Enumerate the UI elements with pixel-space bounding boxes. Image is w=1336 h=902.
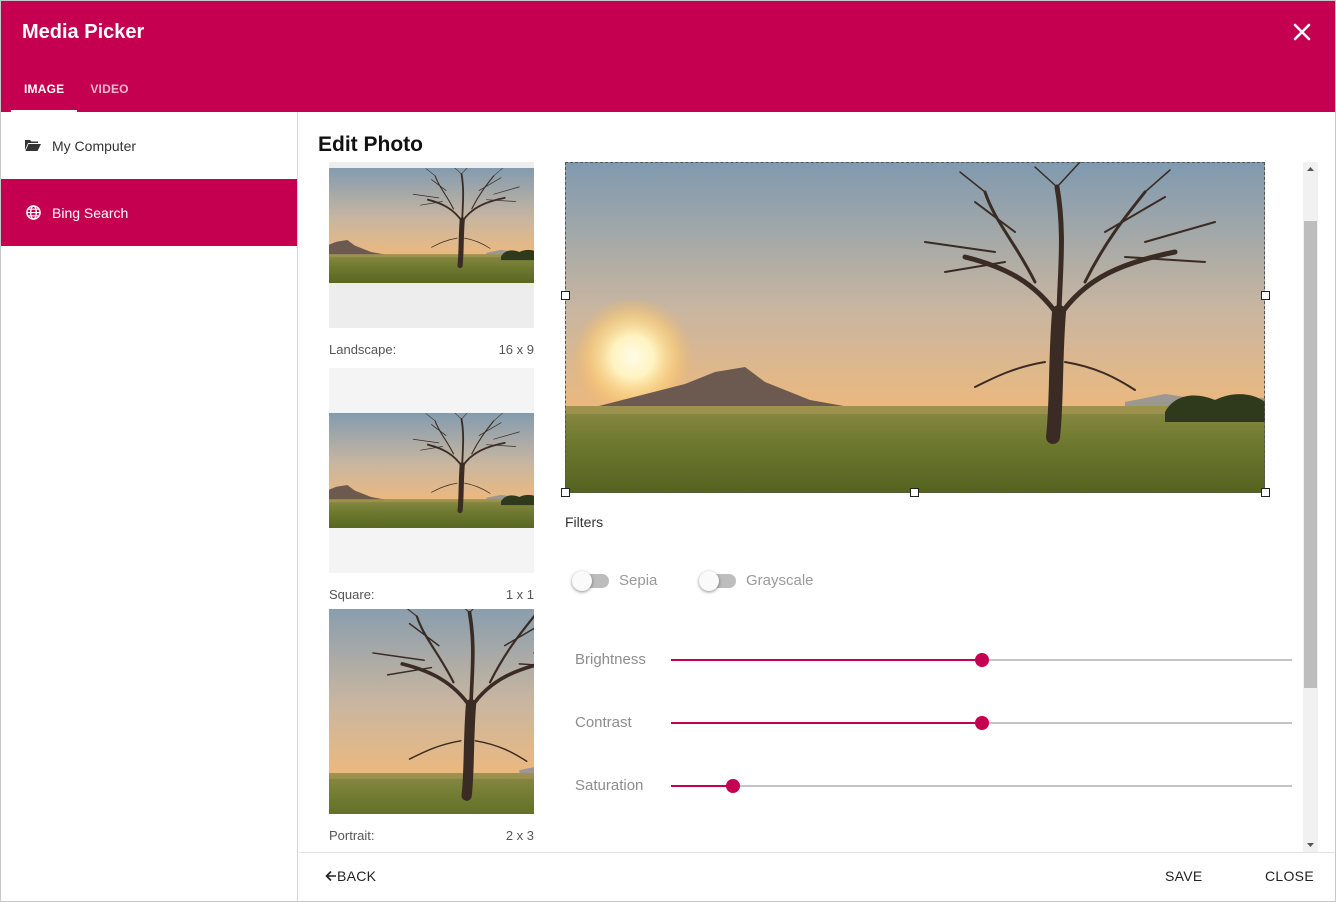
arrow-left-icon (325, 870, 336, 882)
close-button[interactable]: CLOSE (1265, 868, 1314, 884)
page-title: Edit Photo (318, 133, 423, 156)
thumbnail-landscape[interactable] (329, 162, 534, 328)
slider-label: Brightness (575, 651, 646, 668)
slider-fill (671, 659, 982, 661)
media-type-tabs: IMAGE VIDEO (11, 71, 142, 112)
contrast-slider: Contrast (575, 711, 1293, 735)
crop-editor[interactable] (561, 162, 1270, 497)
scrollbar-thumb[interactable] (1304, 221, 1317, 688)
thumbnail-name: Landscape: (329, 342, 397, 357)
crop-handle-right[interactable] (1261, 291, 1270, 300)
toggle-label: Grayscale (746, 572, 814, 589)
slider-thumb[interactable] (726, 779, 741, 793)
scroll-down-arrow-icon[interactable] (1303, 838, 1318, 852)
crop-handle-bottom[interactable] (910, 488, 919, 497)
landscape-photo (329, 168, 534, 283)
dialog-footer: BACK SAVE CLOSE (299, 852, 1335, 901)
back-label: BACK (337, 868, 377, 884)
thumbnail-name: Square: (329, 587, 375, 602)
folder-open-icon (24, 138, 42, 154)
grayscale-toggle[interactable]: Grayscale (699, 570, 814, 591)
sidebar-item-my-computer[interactable]: My Computer (1, 112, 297, 179)
slider-label: Saturation (575, 777, 644, 794)
sidebar-item-label: Bing Search (52, 204, 129, 221)
thumbnail-ratio: 1 x 1 (505, 587, 534, 602)
editable-photo (565, 162, 1265, 493)
square-photo (329, 413, 534, 528)
close-icon[interactable] (1289, 19, 1315, 45)
aspect-thumbnails: Landscape: 16 x 9 Square: 1 x 1 Portrait… (329, 162, 534, 846)
toggle-knob (699, 570, 719, 591)
toggle-track (699, 570, 736, 591)
slider-rail[interactable] (671, 716, 1292, 730)
slider-fill (671, 785, 734, 787)
slider-label: Contrast (575, 714, 632, 731)
thumbnail-caption: Square: 1 x 1 (329, 585, 534, 605)
thumbnail-caption: Landscape: 16 x 9 (329, 340, 534, 360)
tab-image[interactable]: IMAGE (11, 71, 78, 112)
sidebar-item-bing-search[interactable]: Bing Search (1, 179, 297, 246)
dialog-title: Media Picker (22, 21, 145, 43)
slider-rail[interactable] (671, 779, 1292, 793)
crop-handle-bottom-right[interactable] (1261, 488, 1270, 497)
slider-rail[interactable] (671, 653, 1292, 667)
toggle-track (572, 570, 609, 591)
tab-video[interactable]: VIDEO (77, 71, 141, 112)
back-button[interactable]: BACK (325, 868, 376, 884)
dialog-header: Media Picker IMAGE VIDEO (1, 1, 1335, 112)
slider-thumb[interactable] (974, 653, 989, 667)
portrait-photo (329, 609, 534, 814)
slider-thumb[interactable] (974, 716, 989, 730)
crop-handle-left[interactable] (561, 291, 570, 300)
sepia-toggle[interactable]: Sepia (572, 570, 658, 591)
thumbnail-name: Portrait: (329, 828, 375, 843)
toggle-label: Sepia (619, 572, 658, 589)
thumbnail-ratio: 16 x 9 (498, 342, 534, 357)
saturation-slider: Saturation (575, 774, 1293, 798)
panel-scrollbar[interactable] (1303, 162, 1318, 852)
thumbnail-caption: Portrait: 2 x 3 (329, 826, 534, 846)
thumbnail-square[interactable] (329, 368, 534, 573)
brightness-slider: Brightness (575, 648, 1293, 672)
source-sidebar: My Computer Bing Search (1, 112, 298, 901)
thumbnail-ratio: 2 x 3 (505, 828, 534, 843)
slider-fill (671, 722, 982, 724)
toggle-knob (572, 570, 592, 591)
globe-icon (24, 205, 42, 221)
sidebar-item-label: My Computer (52, 137, 137, 154)
filters-heading: Filters (565, 514, 604, 530)
scroll-up-arrow-icon[interactable] (1303, 162, 1318, 176)
crop-handle-bottom-left[interactable] (561, 488, 570, 497)
edit-photo-panel: Edit Photo Landscape: 16 x 9 Square: 1 x… (299, 112, 1335, 852)
save-button[interactable]: SAVE (1165, 868, 1203, 884)
thumbnail-portrait[interactable] (329, 609, 534, 814)
